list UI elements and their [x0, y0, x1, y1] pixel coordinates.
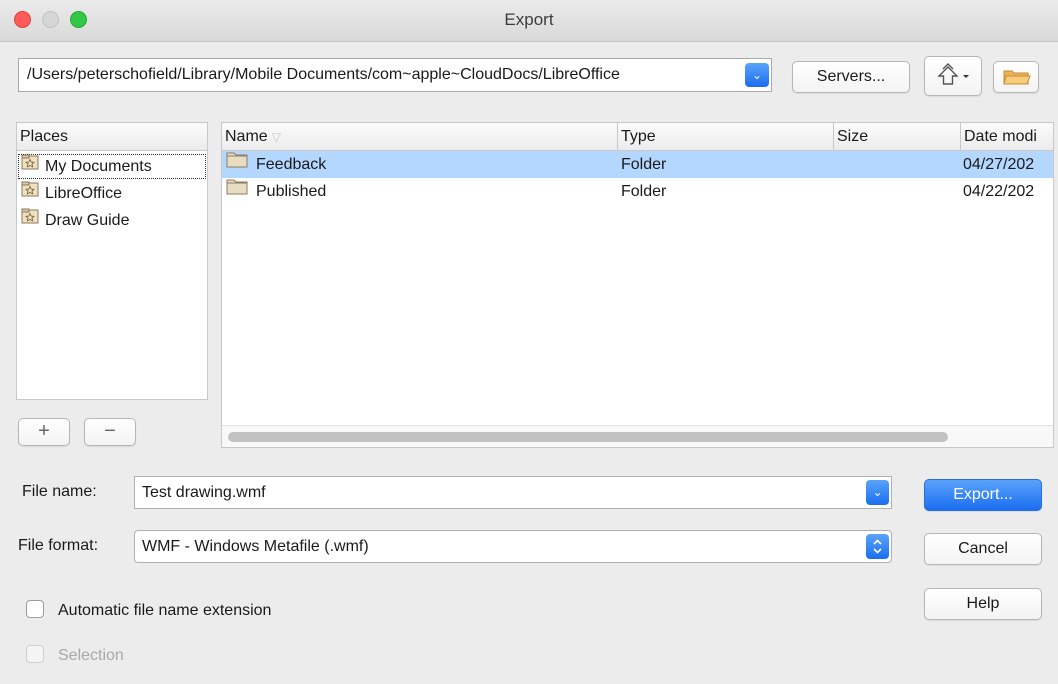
file-format-value: WMF - Windows Metafile (.wmf) — [142, 538, 369, 555]
file-name-label: File name: — [22, 483, 97, 500]
column-header-size[interactable]: Size — [834, 123, 961, 151]
file-list-header: Name ▽ Type Size Date modi — [222, 123, 1053, 151]
file-name-dropdown-button[interactable]: ⌄ — [866, 480, 889, 505]
up-down-chevron-icon — [873, 539, 882, 554]
file-type: Folder — [621, 156, 667, 173]
places-panel: Places My Documents LibreOffice Draw Gui… — [16, 122, 208, 400]
add-place-button[interactable]: + — [18, 418, 70, 446]
window-title: Export — [504, 10, 554, 29]
file-list[interactable]: Name ▽ Type Size Date modi Feedback Folde… — [221, 122, 1054, 448]
sort-descending-icon: ▽ — [271, 130, 281, 144]
selection-option: Selection — [26, 645, 124, 669]
selection-checkbox — [26, 645, 44, 664]
auto-extension-label: Automatic file name extension — [58, 602, 272, 619]
title-bar[interactable]: Export — [0, 0, 1058, 42]
folder-icon — [226, 178, 248, 204]
export-dialog: Export /Users/peterschofield/Library/Mob… — [0, 0, 1058, 684]
file-row-published[interactable]: Published Folder 04/22/202 — [222, 178, 1053, 205]
cancel-button[interactable]: Cancel — [924, 533, 1042, 565]
favorite-folder-icon — [21, 207, 39, 234]
servers-button[interactable]: Servers... — [792, 61, 910, 93]
chevron-down-icon: ⌄ — [751, 68, 763, 82]
file-name: Feedback — [256, 156, 327, 173]
file-format-label: File format: — [18, 537, 99, 554]
level-up-icon — [937, 63, 969, 85]
places-header: Places — [17, 123, 207, 151]
column-header-type[interactable]: Type — [618, 123, 834, 151]
place-item-libreoffice[interactable]: LibreOffice — [17, 180, 207, 207]
file-date: 04/27/202 — [963, 156, 1035, 173]
file-name: Published — [256, 183, 327, 200]
file-name-combobox[interactable]: Test drawing.wmf ⌄ — [134, 476, 892, 509]
place-label: My Documents — [45, 158, 152, 175]
new-folder-icon — [1003, 70, 1031, 85]
remove-place-button[interactable]: − — [84, 418, 136, 446]
file-size — [837, 178, 957, 205]
file-date: 04/22/202 — [963, 183, 1035, 200]
folder-icon — [226, 151, 248, 177]
file-format-stepper[interactable] — [866, 534, 889, 559]
export-button[interactable]: Export... — [924, 479, 1042, 511]
place-item-draw-guide[interactable]: Draw Guide — [17, 207, 207, 234]
horizontal-scrollbar[interactable] — [222, 425, 1053, 447]
column-header-name[interactable]: Name ▽ — [222, 123, 618, 151]
path-combobox[interactable]: /Users/peterschofield/Library/Mobile Doc… — [18, 58, 772, 92]
file-size — [837, 151, 957, 178]
file-type: Folder — [621, 183, 667, 200]
file-name-input[interactable]: Test drawing.wmf — [142, 484, 266, 501]
path-dropdown-button[interactable]: ⌄ — [745, 63, 769, 87]
selection-label: Selection — [58, 647, 124, 664]
file-row-feedback[interactable]: Feedback Folder 04/27/202 — [222, 151, 1053, 178]
file-format-select[interactable]: WMF - Windows Metafile (.wmf) — [134, 530, 892, 563]
chevron-down-icon: ⌄ — [872, 485, 883, 499]
favorite-folder-icon — [21, 153, 39, 180]
column-header-date-modified[interactable]: Date modi — [961, 123, 1053, 151]
place-label: Draw Guide — [45, 212, 130, 229]
favorite-folder-icon — [21, 180, 39, 207]
place-label: LibreOffice — [45, 185, 123, 202]
level-up-button[interactable] — [924, 56, 982, 96]
help-button[interactable]: Help — [924, 588, 1042, 620]
place-item-my-documents[interactable]: My Documents — [17, 153, 207, 180]
auto-extension-checkbox[interactable] — [26, 600, 44, 619]
scrollbar-thumb[interactable] — [228, 432, 948, 442]
auto-extension-option[interactable]: Automatic file name extension — [26, 600, 271, 624]
path-text: /Users/peterschofield/Library/Mobile Doc… — [27, 66, 620, 83]
new-folder-button[interactable] — [993, 61, 1039, 93]
